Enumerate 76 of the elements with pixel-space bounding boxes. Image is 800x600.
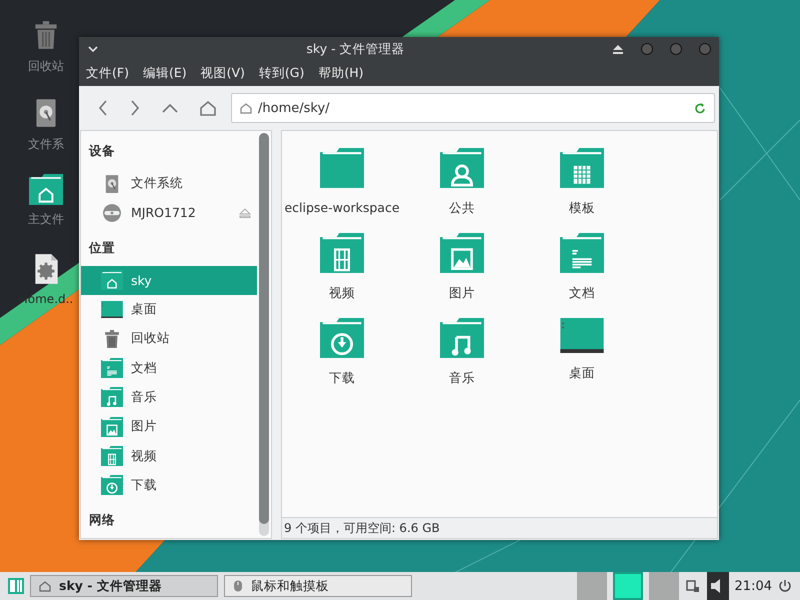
download-folder-icon: [320, 318, 364, 358]
sidebar-item[interactable]: 音乐: [81, 382, 257, 412]
disc-icon: [101, 202, 123, 224]
video-icon: [101, 446, 123, 466]
menu-item[interactable]: 视图(V): [200, 65, 245, 82]
desktop-icon[interactable]: 文件系: [14, 96, 78, 153]
sidebar-item[interactable]: 桌面: [81, 294, 257, 324]
file-item[interactable]: 公共: [402, 143, 522, 228]
start-menu-icon[interactable]: [8, 578, 24, 594]
home-icon: [240, 102, 252, 114]
workspace-button[interactable]: [612, 572, 643, 600]
eject-icon[interactable]: [239, 208, 251, 218]
sidebar-item[interactable]: MJRO1712: [81, 198, 257, 228]
video-folder-icon: [320, 233, 364, 273]
documents-icon: [101, 358, 123, 378]
download-icon: [101, 475, 123, 496]
public-folder-icon: [440, 148, 484, 188]
maximize-button[interactable]: [670, 43, 682, 55]
sidebar-item[interactable]: 回收站: [81, 324, 257, 354]
music-icon: [101, 387, 123, 408]
desktop-icon: [101, 300, 123, 318]
file-item[interactable]: 音乐: [402, 313, 522, 398]
minimize-button[interactable]: [641, 43, 653, 55]
menu-item[interactable]: 编辑(E): [142, 65, 187, 82]
sidebar-item[interactable]: 下载: [81, 470, 257, 500]
file-item[interactable]: 视频: [282, 228, 402, 313]
shade-icon[interactable]: [612, 44, 624, 54]
file-item[interactable]: 图片: [402, 228, 522, 313]
close-button[interactable]: [699, 43, 711, 55]
back-icon[interactable]: [97, 99, 109, 117]
folder-folder-icon: [320, 148, 364, 188]
desktop-folder-icon: [560, 318, 604, 354]
home-icon: [101, 270, 123, 290]
up-icon[interactable]: [161, 102, 179, 114]
desktop-icon[interactable]: 主文件: [14, 174, 78, 228]
home-icon: [39, 580, 51, 592]
volume-icon[interactable]: [706, 572, 729, 600]
network-icon[interactable]: [684, 578, 701, 594]
power-icon[interactable]: [778, 579, 792, 593]
forward-icon[interactable]: [129, 99, 141, 117]
sidebar-item[interactable]: 文件系统: [81, 169, 257, 198]
music-folder-icon: [440, 318, 484, 358]
pictures-icon: [101, 416, 123, 437]
desktop-icon-label: 主文件: [28, 210, 64, 228]
file-item[interactable]: 桌面: [522, 313, 642, 398]
file-item[interactable]: eclipse-workspace: [282, 143, 402, 228]
file-item[interactable]: 文档: [522, 228, 642, 313]
home-icon[interactable]: [199, 99, 217, 117]
desktop-icon-label: 回收站: [28, 58, 64, 75]
sidebar-item[interactable]: 图片: [81, 412, 257, 442]
section-heading: 位置: [88, 238, 116, 257]
location-bar[interactable]: /home/sky/: [231, 93, 715, 123]
status-text: 9 个项目，可用空间: 6.6 GB: [284, 520, 440, 536]
menu-item[interactable]: 文件(F): [86, 65, 129, 82]
menu-item[interactable]: 转到(G): [258, 65, 304, 82]
mouse-icon: [233, 580, 243, 592]
file-item[interactable]: 模板: [522, 143, 642, 228]
desktop-icon[interactable]: 回收站: [14, 18, 78, 75]
location-field[interactable]: /home/sky/: [258, 100, 688, 116]
documents-folder-icon: [560, 233, 604, 273]
sidebar-item[interactable]: 视频: [81, 441, 257, 471]
sidebar-item[interactable]: 文档: [81, 353, 257, 383]
task-button[interactable]: sky - 文件管理器: [30, 575, 218, 597]
menu-item[interactable]: 帮助(H): [318, 65, 364, 82]
reload-icon[interactable]: [694, 102, 706, 114]
window-menu-icon[interactable]: [87, 45, 99, 53]
home-icon: [29, 174, 63, 205]
templates-folder-icon: [560, 148, 604, 188]
section-heading: 设备: [88, 142, 116, 160]
desktop-icon-label: 文件系: [28, 136, 64, 153]
task-button[interactable]: 鼠标和触摸板: [224, 575, 412, 597]
window-title: sky - 文件管理器: [305, 40, 406, 58]
section-heading: 网络: [88, 510, 116, 529]
file-item[interactable]: 下载: [282, 313, 402, 398]
clock[interactable]: 21:04: [734, 578, 772, 594]
pictures-folder-icon: [440, 233, 484, 273]
